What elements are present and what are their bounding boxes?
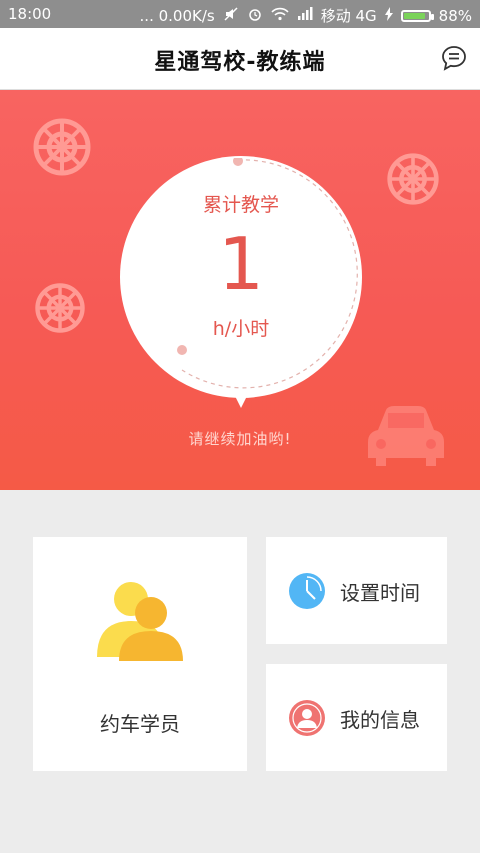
app-header: 星通驾校-教练端 [0,28,480,90]
set-time-card[interactable]: 设置时间 [266,537,447,644]
network-speed: ... 0.00K/s [139,6,215,25]
hours-unit: h/小时 [212,318,270,340]
users-icon [97,582,183,661]
status-icons: ... 0.00K/s 移动 4G 88% [140,5,472,26]
charging-icon [384,6,393,25]
chat-bubble-icon[interactable] [440,44,468,72]
mute-icon [223,6,239,26]
wheel-icon [387,153,439,205]
battery-percent: 88% [438,6,472,25]
page-title: 星通驾校-教练端 [154,50,326,75]
clock-icon [289,573,325,609]
total-teaching-label: 累计教学 [202,194,279,216]
set-time-label: 设置时间 [340,580,420,605]
status-bar: 18:00 ... 0.00K/s 移动 4G 88% [0,0,480,28]
network-type: 移动 4G [320,7,377,25]
set-time-row: 设置时间 [288,572,420,610]
students-card[interactable]: 约车学员 [33,537,247,771]
battery-icon [400,9,434,22]
my-info-label: 我的信息 [340,707,420,732]
wheel-icon [33,118,91,176]
my-info-row: 我的信息 [288,699,420,737]
teaching-summary-banner: 累计教学 1 h/小时 请继续加油哟! [0,90,480,490]
signal-icon [297,6,313,25]
profile-icon [289,700,325,736]
my-info-card[interactable]: 我的信息 [266,664,447,771]
total-teaching-hours: 1 [218,222,264,306]
wheel-icon [35,283,85,333]
encouragement-text: 请继续加油哟! [188,430,292,448]
status-time: 18:00 [8,5,52,23]
battery-fill [403,12,425,19]
wifi-icon [271,7,289,25]
students-label: 约车学员 [100,712,180,736]
alarm-icon [247,6,263,26]
